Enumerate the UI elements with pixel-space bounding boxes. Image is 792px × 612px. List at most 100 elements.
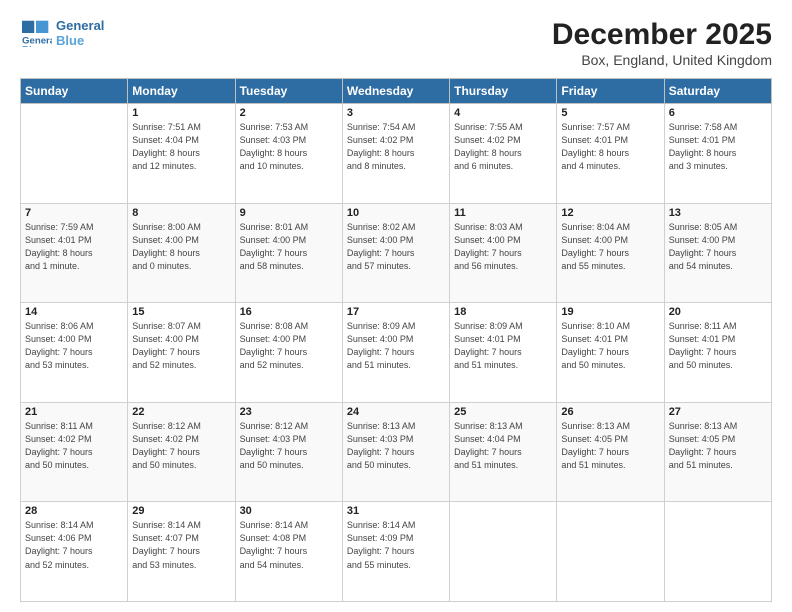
day-info: Sunrise: 8:12 AMSunset: 4:03 PMDaylight:… xyxy=(240,420,338,472)
day-number: 17 xyxy=(347,306,445,318)
day-number: 28 xyxy=(25,505,123,517)
day-info: Sunrise: 7:53 AMSunset: 4:03 PMDaylight:… xyxy=(240,121,338,173)
logo: General Blue General Blue xyxy=(20,18,104,48)
day-number: 29 xyxy=(132,505,230,517)
calendar-cell: 1Sunrise: 7:51 AMSunset: 4:04 PMDaylight… xyxy=(128,104,235,204)
calendar-cell: 2 Sunrise: 7:53 AMSunset: 4:03 PMDaylight… xyxy=(235,104,342,204)
day-info: Sunrise: 8:09 AMSunset: 4:00 PMDaylight:… xyxy=(347,320,445,372)
day-number: 27 xyxy=(669,406,767,418)
day-number: 7 xyxy=(25,207,123,219)
calendar-cell: 19 Sunrise: 8:10 AMSunset: 4:01 PMDayligh… xyxy=(557,303,664,403)
calendar-cell: 26Sunrise: 8:13 AMSunset: 4:05 PMDayligh… xyxy=(557,402,664,502)
day-info: Sunrise: 8:09 AMSunset: 4:01 PMDaylight:… xyxy=(454,320,552,372)
logo-text: General Blue xyxy=(56,18,104,48)
day-info: Sunrise: 8:11 AMSunset: 4:02 PMDaylight:… xyxy=(25,420,123,472)
calendar-cell: 17 Sunrise: 8:09 AMSunset: 4:00 PMDayligh… xyxy=(342,303,449,403)
day-header-monday: Monday xyxy=(128,79,235,104)
week-row-1: 1Sunrise: 7:51 AMSunset: 4:04 PMDaylight… xyxy=(21,104,772,204)
calendar-cell: 23 Sunrise: 8:12 AMSunset: 4:03 PMDayligh… xyxy=(235,402,342,502)
day-info: Sunrise: 8:06 AMSunset: 4:00 PMDaylight:… xyxy=(25,320,123,372)
calendar-cell xyxy=(664,502,771,602)
day-info: Sunrise: 7:54 AMSunset: 4:02 PMDaylight:… xyxy=(347,121,445,173)
day-number: 6 xyxy=(669,107,767,119)
calendar-cell: 22 Sunrise: 8:12 AMSunset: 4:02 PMDayligh… xyxy=(128,402,235,502)
day-number: 26 xyxy=(561,406,659,418)
calendar-cell: 27 Sunrise: 8:13 AMSunset: 4:05 PMDayligh… xyxy=(664,402,771,502)
calendar-cell xyxy=(21,104,128,204)
header: General Blue General Blue December 2025 … xyxy=(20,18,772,68)
day-number: 23 xyxy=(240,406,338,418)
location: Box, England, United Kingdom xyxy=(552,52,772,68)
day-header-tuesday: Tuesday xyxy=(235,79,342,104)
day-info: Sunrise: 8:13 AMSunset: 4:03 PMDaylight:… xyxy=(347,420,445,472)
logo-icon: General Blue xyxy=(20,19,52,47)
week-row-3: 14 Sunrise: 8:06 AMSunset: 4:00 PMDayligh… xyxy=(21,303,772,403)
month-title: December 2025 xyxy=(552,18,772,52)
day-header-sunday: Sunday xyxy=(21,79,128,104)
day-number: 25 xyxy=(454,406,552,418)
calendar-cell: 25 Sunrise: 8:13 AMSunset: 4:04 PMDayligh… xyxy=(450,402,557,502)
day-number: 14 xyxy=(25,306,123,318)
calendar-cell: 18 Sunrise: 8:09 AMSunset: 4:01 PMDayligh… xyxy=(450,303,557,403)
calendar-cell: 14 Sunrise: 8:06 AMSunset: 4:00 PMDayligh… xyxy=(21,303,128,403)
day-header-friday: Friday xyxy=(557,79,664,104)
day-info: Sunrise: 8:14 AMSunset: 4:08 PMDaylight:… xyxy=(240,519,338,571)
day-info: Sunrise: 8:10 AMSunset: 4:01 PMDaylight:… xyxy=(561,320,659,372)
day-info: Sunrise: 8:14 AMSunset: 4:09 PMDaylight:… xyxy=(347,519,445,571)
calendar-cell: 4 Sunrise: 7:55 AMSunset: 4:02 PMDaylight… xyxy=(450,104,557,204)
calendar-cell: 12Sunrise: 8:04 AMSunset: 4:00 PMDayligh… xyxy=(557,203,664,303)
day-info: Sunrise: 8:13 AMSunset: 4:05 PMDaylight:… xyxy=(669,420,767,472)
calendar-cell: 24 Sunrise: 8:13 AMSunset: 4:03 PMDayligh… xyxy=(342,402,449,502)
day-number: 3 xyxy=(347,107,445,119)
day-header-thursday: Thursday xyxy=(450,79,557,104)
calendar-cell: 30 Sunrise: 8:14 AMSunset: 4:08 PMDayligh… xyxy=(235,502,342,602)
page: General Blue General Blue December 2025 … xyxy=(0,0,792,612)
day-number: 20 xyxy=(669,306,767,318)
day-header-wednesday: Wednesday xyxy=(342,79,449,104)
day-info: Sunrise: 8:02 AMSunset: 4:00 PMDaylight:… xyxy=(347,221,445,273)
calendar-cell: 7Sunrise: 7:59 AMSunset: 4:01 PMDaylight… xyxy=(21,203,128,303)
day-number: 24 xyxy=(347,406,445,418)
day-number: 31 xyxy=(347,505,445,517)
week-row-4: 21 Sunrise: 8:11 AMSunset: 4:02 PMDayligh… xyxy=(21,402,772,502)
day-number: 30 xyxy=(240,505,338,517)
day-number: 2 xyxy=(240,107,338,119)
day-number: 18 xyxy=(454,306,552,318)
day-info: Sunrise: 8:08 AMSunset: 4:00 PMDaylight:… xyxy=(240,320,338,372)
day-info: Sunrise: 8:14 AMSunset: 4:06 PMDaylight:… xyxy=(25,519,123,571)
day-number: 4 xyxy=(454,107,552,119)
day-info: Sunrise: 8:01 AMSunset: 4:00 PMDaylight:… xyxy=(240,221,338,273)
calendar-cell: 13 Sunrise: 8:05 AMSunset: 4:00 PMDayligh… xyxy=(664,203,771,303)
calendar-cell: 28 Sunrise: 8:14 AMSunset: 4:06 PMDayligh… xyxy=(21,502,128,602)
day-number: 21 xyxy=(25,406,123,418)
day-number: 19 xyxy=(561,306,659,318)
title-block: December 2025 Box, England, United Kingd… xyxy=(552,18,772,68)
day-number: 22 xyxy=(132,406,230,418)
week-row-2: 7Sunrise: 7:59 AMSunset: 4:01 PMDaylight… xyxy=(21,203,772,303)
calendar-cell: 16 Sunrise: 8:08 AMSunset: 4:00 PMDayligh… xyxy=(235,303,342,403)
day-number: 12 xyxy=(561,207,659,219)
day-info: Sunrise: 8:14 AMSunset: 4:07 PMDaylight:… xyxy=(132,519,230,571)
day-info: Sunrise: 7:58 AMSunset: 4:01 PMDaylight:… xyxy=(669,121,767,173)
calendar-cell: 15Sunrise: 8:07 AMSunset: 4:00 PMDayligh… xyxy=(128,303,235,403)
day-number: 16 xyxy=(240,306,338,318)
svg-text:Blue: Blue xyxy=(22,44,43,47)
day-number: 15 xyxy=(132,306,230,318)
calendar-cell xyxy=(450,502,557,602)
day-number: 13 xyxy=(669,207,767,219)
day-info: Sunrise: 7:55 AMSunset: 4:02 PMDaylight:… xyxy=(454,121,552,173)
day-info: Sunrise: 7:57 AMSunset: 4:01 PMDaylight:… xyxy=(561,121,659,173)
day-info: Sunrise: 8:12 AMSunset: 4:02 PMDaylight:… xyxy=(132,420,230,472)
day-number: 1 xyxy=(132,107,230,119)
day-info: Sunrise: 8:00 AMSunset: 4:00 PMDaylight:… xyxy=(132,221,230,273)
day-number: 11 xyxy=(454,207,552,219)
week-row-5: 28 Sunrise: 8:14 AMSunset: 4:06 PMDayligh… xyxy=(21,502,772,602)
day-number: 10 xyxy=(347,207,445,219)
day-info: Sunrise: 8:05 AMSunset: 4:00 PMDaylight:… xyxy=(669,221,767,273)
day-info: Sunrise: 8:13 AMSunset: 4:04 PMDaylight:… xyxy=(454,420,552,472)
calendar-cell: 3 Sunrise: 7:54 AMSunset: 4:02 PMDaylight… xyxy=(342,104,449,204)
calendar-cell: 31 Sunrise: 8:14 AMSunset: 4:09 PMDayligh… xyxy=(342,502,449,602)
calendar-cell: 20Sunrise: 8:11 AMSunset: 4:01 PMDayligh… xyxy=(664,303,771,403)
calendar-table: SundayMondayTuesdayWednesdayThursdayFrid… xyxy=(20,78,772,602)
day-info: Sunrise: 8:03 AMSunset: 4:00 PMDaylight:… xyxy=(454,221,552,273)
